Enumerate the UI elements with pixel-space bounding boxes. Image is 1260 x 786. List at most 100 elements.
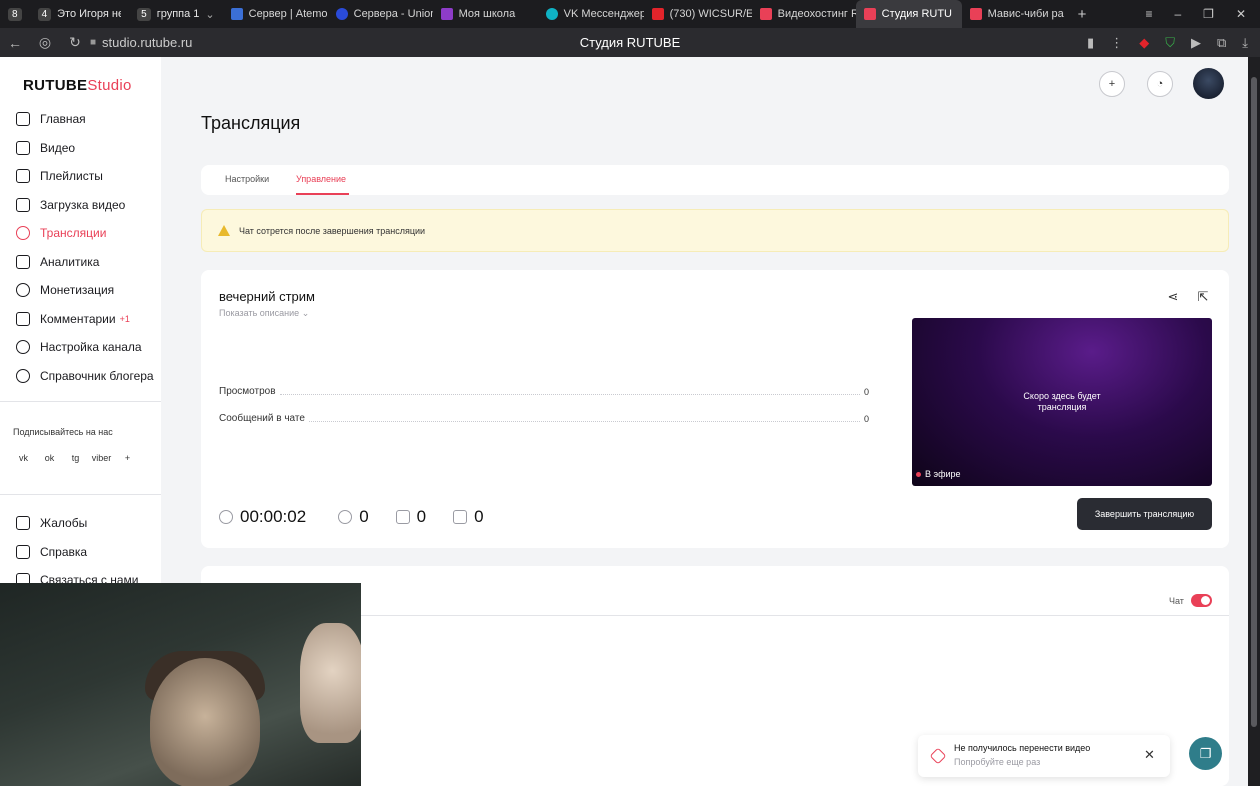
tab-group-5[interactable]: 5 группа 1 ⌄ (129, 4, 223, 24)
scrollbar-thumb[interactable] (1251, 77, 1257, 727)
stat-label: Сообщений в чате (219, 413, 305, 424)
page-scrollbar[interactable] (1248, 57, 1260, 786)
sidebar-item-label: Жалобы (40, 516, 88, 530)
tab-label: Мавис-чиби ра (987, 8, 1064, 20)
sidebar-item-upload[interactable]: Загрузка видео (16, 198, 125, 212)
telegram-icon[interactable]: tg (68, 450, 83, 465)
browser-tab-bar: 8 4 Это Игоря не тр 5 группа 1 ⌄ Сервер … (0, 0, 1260, 28)
new-tab-button[interactable]: + (1070, 0, 1095, 28)
sidebar-item-monetization[interactable]: Монетизация (16, 283, 114, 297)
more-icon[interactable]: ⋮ (1110, 35, 1123, 51)
sidebar-item-playlists[interactable]: Плейлисты (16, 169, 103, 183)
extension-icon[interactable]: ◆ (1139, 35, 1149, 51)
bookmark-icon[interactable]: ▮ (1087, 35, 1094, 51)
guide-icon (16, 369, 30, 383)
media-icon[interactable]: ▶ (1191, 35, 1201, 51)
browser-tab[interactable]: VK Мессенджер (538, 0, 644, 28)
sidebar-item-video[interactable]: Видео (16, 141, 75, 155)
browser-tab[interactable]: Видеохостинг R (752, 0, 856, 28)
sidebar-item-label: Загрузка видео (40, 198, 126, 212)
comments-icon (16, 312, 30, 326)
playlist-icon (16, 169, 30, 183)
browser-tab[interactable]: Сервера - Union (328, 0, 433, 28)
show-description-link[interactable]: Показать описание ⌄ (219, 308, 309, 319)
rutube-favicon-icon (759, 8, 772, 20)
sidebar-item-blogger-guide[interactable]: Справочник блогера (16, 369, 154, 383)
tab-group-4[interactable]: 4 Это Игоря не тр (30, 4, 130, 24)
viewers-value: 0 (359, 507, 369, 526)
chat-toggle[interactable] (1191, 594, 1212, 607)
vpn-icon[interactable]: ⛉ (1165, 35, 1175, 51)
analytics-icon (16, 255, 30, 269)
browser-tab-active[interactable]: Студия RUTU✕ (855, 0, 962, 28)
dislikes-value: 0 (474, 507, 484, 526)
back-icon[interactable]: ← (0, 35, 30, 51)
viber-icon[interactable]: viber (92, 450, 112, 465)
support-chat-button[interactable]: ❐ (1189, 737, 1222, 770)
sidebar-item-label: Настройка канала (40, 340, 142, 354)
rutube-studio-logo[interactable]: RUTUBEStudio (23, 77, 132, 94)
show-description-label: Показать описание (219, 308, 300, 318)
download-icon[interactable]: ⤓ (1242, 35, 1248, 51)
tab-label: Моя школа (458, 8, 516, 20)
timer-value: 00:00:02 (240, 507, 307, 526)
sidebar-item-channel-settings[interactable]: Настройка канала (16, 340, 142, 354)
tab-group-8[interactable]: 8 (0, 4, 30, 24)
bell-icon[interactable]: ◔ (1147, 71, 1173, 97)
logo-brand: RUTUBE (23, 77, 88, 94)
likes-count: 0 (395, 507, 426, 527)
chat-warning-banner: Чат сотрется после завершения трансляции (201, 209, 1229, 252)
vk-icon[interactable]: vk (16, 450, 31, 465)
minimize-icon[interactable]: – (1174, 7, 1181, 21)
url-field[interactable]: studio.rutube.ru (102, 35, 192, 50)
tab-group-count: 5 (137, 7, 151, 21)
sidebar-item-label: Главная (40, 112, 86, 126)
avatar[interactable] (1193, 68, 1224, 99)
sidebar-item-label: Справочник блогера (40, 369, 154, 383)
sidebar-item-analytics[interactable]: Аналитика (16, 255, 99, 269)
sidebar-item-label: Аналитика (40, 255, 100, 269)
vk-messenger-favicon-icon (545, 8, 558, 20)
menu-icon[interactable]: ≡ (1145, 7, 1152, 21)
close-toast-icon[interactable]: ✕ (1144, 747, 1155, 763)
sidebar-item-label: Видео (40, 141, 76, 155)
error-icon (929, 747, 947, 765)
player-message-line: Скоро здесь будет (1023, 391, 1101, 401)
ok-icon[interactable]: ok (42, 450, 57, 465)
sidebar-item-broadcasts[interactable]: Трансляции (16, 226, 106, 240)
sidebar-item-label: Справка (40, 545, 88, 559)
restore-icon[interactable]: ❐ (1203, 7, 1214, 21)
close-window-icon[interactable]: ✕ (1236, 7, 1246, 21)
more-socials-icon[interactable]: + (120, 450, 135, 465)
youtube-favicon-icon (651, 8, 664, 20)
sidebar-item-comments[interactable]: Комментарии +1 (16, 312, 130, 326)
active-tab-indicator (296, 193, 349, 195)
shield-icon[interactable]: ◎ (30, 34, 60, 51)
stat-dots (279, 389, 860, 395)
tab-settings[interactable]: Настройки (225, 174, 269, 184)
stream-preview-player[interactable]: Скоро здесь будет трансляция В эфире (912, 318, 1212, 486)
chevron-down-icon: ⌄ (205, 8, 215, 21)
clock-icon (219, 510, 233, 524)
share-icon[interactable]: ⋖ (1166, 290, 1180, 304)
browser-tab[interactable]: (730) WICSUR/E (644, 0, 752, 28)
views-stat: Просмотров 0 (219, 386, 869, 397)
reload-icon[interactable]: ↻ (60, 34, 90, 51)
add-content-icon[interactable]: + (1099, 71, 1125, 97)
open-external-icon[interactable]: ⇱ (1196, 290, 1210, 304)
tab-label: Видеохостинг R (777, 8, 856, 20)
browser-tab[interactable]: Сервер | Atemo (223, 0, 328, 28)
tab-control[interactable]: Управление (296, 174, 346, 184)
page-title: Трансляция (201, 113, 301, 133)
sidebar-item-help[interactable]: Справка (16, 545, 87, 559)
browser-tab[interactable]: Мавис-чиби ра (962, 0, 1070, 28)
dislikes-count: 0 (453, 507, 484, 527)
browser-tab[interactable]: Моя школа (433, 0, 538, 28)
end-broadcast-button[interactable]: Завершить трансляцию (1077, 498, 1212, 530)
upload-icon (16, 198, 30, 212)
comments-count-badge: +1 (119, 314, 130, 324)
sidebar-item-complaints[interactable]: Жалобы (16, 516, 87, 530)
sidebar-item-label: Плейлисты (40, 169, 103, 183)
sidebar-item-home[interactable]: Главная (16, 112, 86, 126)
screenshot-icon[interactable]: ⧉ (1217, 35, 1226, 51)
